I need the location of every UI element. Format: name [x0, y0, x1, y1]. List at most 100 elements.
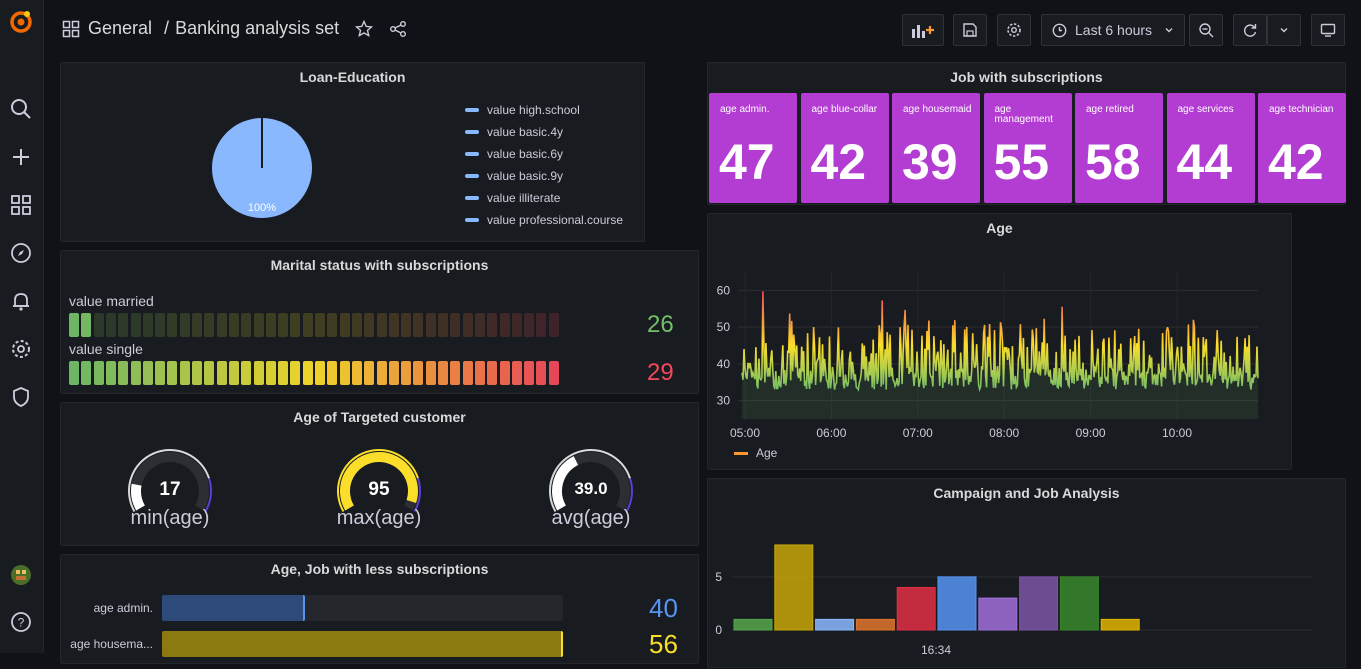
- bar-gauge-cell: [351, 313, 362, 337]
- bar-gauge-cell: [179, 313, 190, 337]
- monitor-icon: [1320, 23, 1336, 37]
- stat-tile[interactable]: age retired 58: [1075, 93, 1163, 203]
- panel-title[interactable]: Marital status with subscriptions: [61, 257, 698, 273]
- dashboards-icon[interactable]: [8, 192, 34, 218]
- legend-label: Age: [756, 446, 778, 460]
- panel-title[interactable]: Age of Targeted customer: [61, 409, 698, 425]
- y-tick-label: 5: [715, 570, 722, 584]
- stat-value: 39: [902, 134, 958, 190]
- plus-icon[interactable]: [8, 144, 34, 170]
- gauge-name: max(age): [336, 507, 422, 529]
- bar-gauge-cell: [265, 313, 276, 337]
- stat-tile[interactable]: age admin. 47: [709, 93, 797, 203]
- legend-item[interactable]: value basic.4y: [465, 125, 563, 139]
- bar-gauge-label: value single: [69, 341, 143, 357]
- dashboard-title[interactable]: Banking analysis set: [175, 18, 339, 39]
- legend-swatch: [734, 451, 748, 455]
- stat-value: 44: [1176, 134, 1233, 190]
- bar[interactable]: [774, 544, 814, 631]
- bar-gauge-cell: [241, 361, 252, 385]
- y-tick-label: 50: [717, 320, 731, 334]
- bar-gauge-cell: [339, 361, 350, 385]
- legend-label: value illiterate: [487, 191, 561, 205]
- user-avatar[interactable]: [8, 562, 34, 588]
- star-icon[interactable]: [355, 19, 374, 38]
- legend-item[interactable]: value basic.9y: [465, 169, 563, 183]
- bar-gauge-cell: [339, 313, 350, 337]
- save-dashboard-button[interactable]: [953, 14, 987, 46]
- breadcrumb-folder[interactable]: General: [88, 18, 152, 39]
- bar-gauge-cell: [548, 361, 559, 385]
- stat-tile[interactable]: age management 55: [983, 93, 1072, 203]
- x-tick-label: 10:00: [1162, 426, 1192, 440]
- graph-legend[interactable]: Age: [734, 446, 777, 460]
- bar-gauge-cell: [388, 361, 399, 385]
- bar-gauge-cell: [167, 313, 178, 337]
- time-range-picker[interactable]: Last 6 hours: [1041, 14, 1185, 46]
- bar-gauge-cell: [167, 361, 178, 385]
- bar[interactable]: [815, 618, 855, 631]
- gear-icon[interactable]: [8, 336, 34, 362]
- panel-title[interactable]: Loan-Education: [61, 69, 644, 85]
- bar-gauge-cell: [413, 361, 424, 385]
- legend-item[interactable]: value basic.6y: [465, 147, 563, 161]
- legend-item[interactable]: value professional.course: [465, 213, 623, 227]
- grafana-logo-icon[interactable]: [8, 9, 34, 35]
- share-icon[interactable]: [389, 20, 407, 38]
- bar[interactable]: [733, 618, 773, 631]
- y-tick-label: 40: [717, 357, 731, 371]
- bar-gauge-cell: [192, 361, 202, 385]
- legend-label: value basic.9y: [487, 169, 564, 183]
- help-icon[interactable]: ?: [8, 609, 34, 635]
- add-panel-button[interactable]: [902, 14, 944, 46]
- stat-label: age technician: [1269, 104, 1334, 115]
- dashboard-settings-button[interactable]: [997, 14, 1031, 46]
- legend-item[interactable]: value high.school: [465, 103, 580, 117]
- bar-gauge-cell: [401, 361, 412, 385]
- less-subscriptions-panel: Age, Job with less subscriptions age adm…: [60, 554, 699, 664]
- x-tick-label: 05:00: [730, 426, 760, 440]
- stat-tile[interactable]: age housemaid 39: [892, 93, 980, 203]
- bar-gauge-cell: [155, 313, 166, 337]
- alert-bell-icon[interactable]: [8, 288, 34, 314]
- bar-gauge-cell: [511, 361, 522, 385]
- panel-title[interactable]: Job with subscriptions: [708, 69, 1345, 85]
- x-tick-label: 07:00: [903, 426, 933, 440]
- stat-tile[interactable]: age services 44: [1166, 93, 1255, 203]
- bar-gauge-cell: [81, 313, 92, 337]
- zoom-out-button[interactable]: [1189, 14, 1223, 46]
- bar-gauge-cell: [278, 361, 289, 385]
- tv-mode-button[interactable]: [1311, 14, 1345, 46]
- bar-gauge-cell: [376, 313, 387, 337]
- shield-icon[interactable]: [8, 384, 34, 410]
- bar-gauge-cell: [499, 361, 510, 385]
- bar[interactable]: [1059, 576, 1099, 631]
- panel-title[interactable]: Age, Job with less subscriptions: [61, 561, 698, 577]
- legend-swatch: [465, 130, 479, 134]
- stat-value: 55: [993, 134, 1050, 190]
- bar-gauge-cell: [474, 313, 485, 337]
- bar[interactable]: [855, 618, 895, 631]
- stat-tile[interactable]: age technician 42: [1258, 93, 1346, 203]
- zoom-out-icon: [1199, 23, 1214, 38]
- bar-chart[interactable]: 0 5 16:34: [708, 479, 1347, 669]
- legend-swatch: [465, 152, 479, 156]
- legend-swatch: [465, 196, 479, 200]
- bar[interactable]: [978, 597, 1018, 631]
- bar[interactable]: [937, 576, 977, 631]
- age-graph[interactable]: 30 40 50 60 05:00 06:00 07:00 08:00 09:00 10:00: [708, 214, 1293, 471]
- legend-item[interactable]: value illiterate: [465, 191, 560, 205]
- explore-icon[interactable]: [8, 240, 34, 266]
- refresh-interval-dropdown[interactable]: [1267, 14, 1301, 46]
- refresh-button[interactable]: [1233, 14, 1267, 46]
- bar-gauge-cell: [511, 313, 522, 337]
- bar[interactable]: [1019, 576, 1059, 631]
- stat-tile[interactable]: age blue-collar 42: [800, 93, 889, 203]
- age-timeseries-panel: Age 30 40 50 60 05:00 06:00 07:00 08:00 09:00 10:…: [707, 213, 1292, 470]
- pie-chart[interactable]: 100%: [211, 117, 313, 219]
- bar[interactable]: [896, 586, 936, 631]
- bar-gauge-cell: [524, 361, 535, 385]
- bar-gauge-cell: [241, 313, 252, 337]
- search-icon[interactable]: [8, 96, 34, 122]
- bar[interactable]: [1100, 618, 1140, 631]
